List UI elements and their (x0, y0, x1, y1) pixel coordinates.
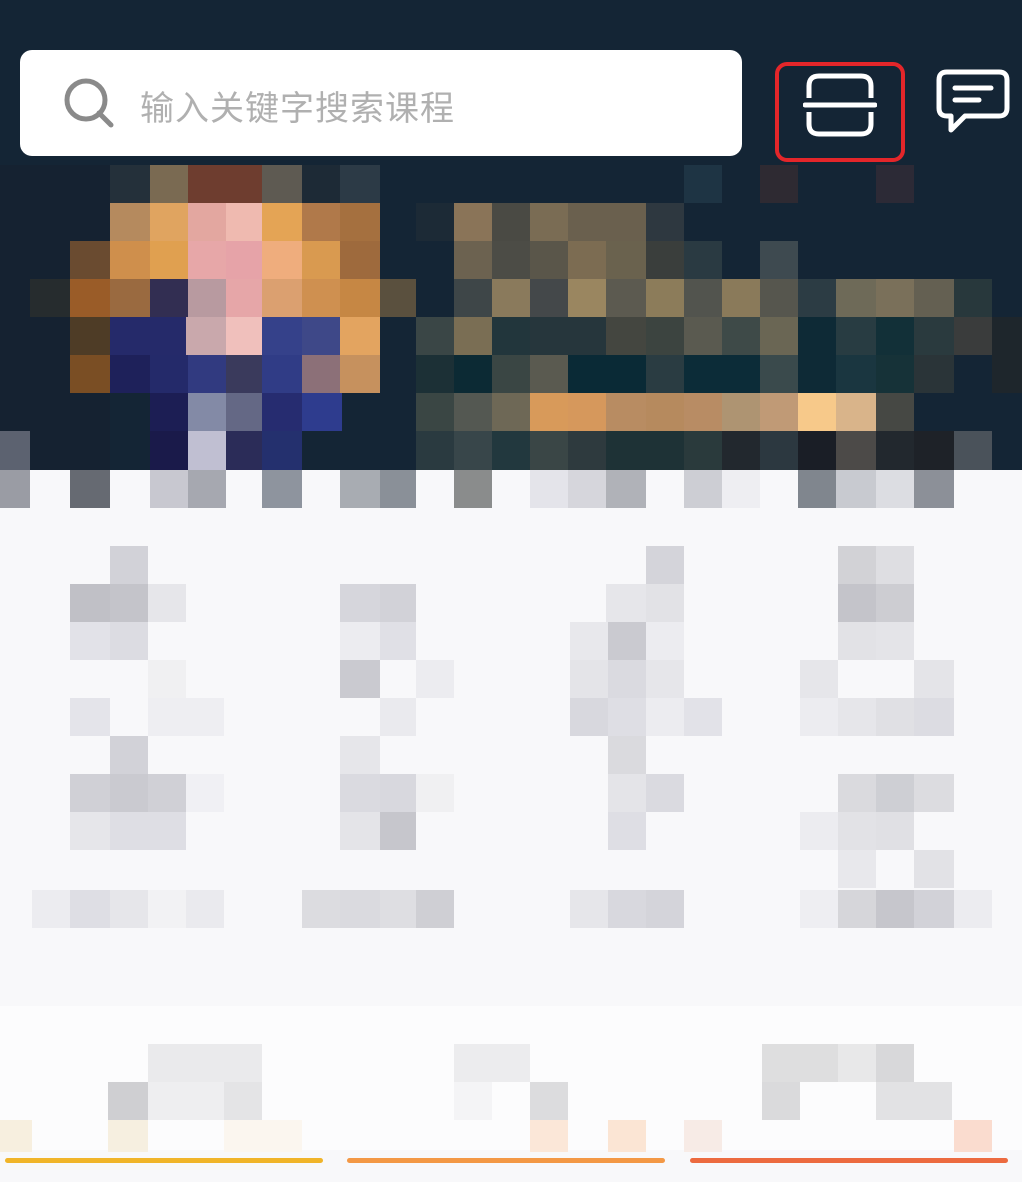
tab-indicator-1[interactable] (5, 1158, 323, 1163)
category-tabs[interactable] (0, 1150, 1022, 1170)
tab-indicator-2[interactable] (347, 1158, 665, 1163)
tab-indicator-3[interactable] (690, 1158, 1008, 1163)
quick-nav-grid[interactable] (0, 0, 1022, 1182)
